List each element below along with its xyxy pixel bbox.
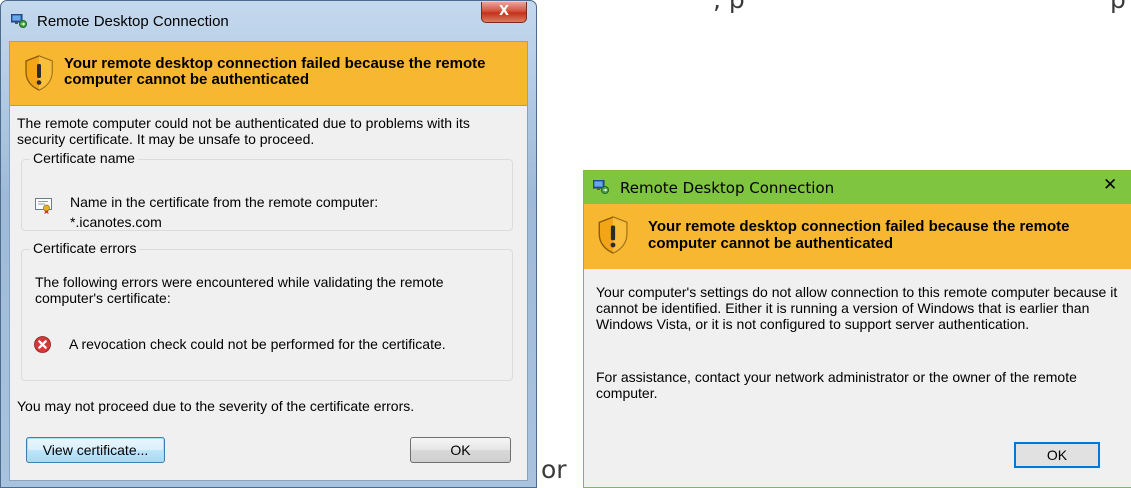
shield-warning-icon [25,55,53,91]
background-caption-left: , p [713,0,745,14]
win10-banner-message: Your remote desktop connection failed be… [648,218,1070,252]
win10-paragraph-2: For assistance, contact your network adm… [596,369,1077,401]
view-certificate-button[interactable]: View certificate... [26,437,165,463]
background-caption-right: p [1110,0,1126,14]
win7-titlebar[interactable]: Remote Desktop Connection X [1,1,536,39]
certificate-name-text: Name in the certificate from the remote … [70,192,378,232]
separator-text: or [541,455,567,484]
win7-client-area: Your remote desktop connection failed be… [9,41,528,481]
certificate-name-group: Certificate name Name in the certificate… [21,150,513,232]
win7-window-title: Remote Desktop Connection [37,13,229,30]
certificate-error-item: A revocation check could not be performe… [69,336,446,352]
certificate-errors-intro: The following errors were encountered wh… [35,274,444,306]
certificate-errors-group-title: Certificate errors [30,240,140,256]
win7-ok-button[interactable]: OK [410,437,511,463]
certificate-name-value: *.icanotes.com [70,214,162,230]
win10-window-title: Remote Desktop Connection [620,179,835,197]
win7-rdc-dialog: Remote Desktop Connection X Your remote … [0,0,537,488]
win7-warning-banner: Your remote desktop connection failed be… [10,42,527,106]
remote-desktop-icon [11,14,27,28]
win10-ok-button[interactable]: OK [1014,442,1100,468]
error-icon [34,336,51,353]
win10-close-button[interactable]: ✕ [1103,175,1117,195]
win7-description: The remote computer could not be authent… [17,115,470,147]
win10-paragraph-1: Your computer's settings do not allow co… [596,284,1118,332]
win7-footer-message: You may not proceed due to the severity … [17,398,415,414]
certificate-icon [35,198,52,214]
win10-warning-banner: Your remote desktop connection failed be… [584,204,1131,269]
shield-warning-icon [598,216,628,254]
win7-banner-message: Your remote desktop connection failed be… [64,55,486,88]
win7-close-button[interactable]: X [481,2,527,23]
certificate-errors-group: Certificate errors The following errors … [21,240,513,381]
remote-desktop-icon [593,180,609,194]
certificate-name-group-title: Certificate name [30,150,138,166]
win10-titlebar[interactable]: Remote Desktop Connection ✕ [584,171,1131,204]
win10-rdc-dialog: Remote Desktop Connection ✕ Your remote … [583,170,1131,488]
certificate-name-label: Name in the certificate from the remote … [70,194,379,210]
